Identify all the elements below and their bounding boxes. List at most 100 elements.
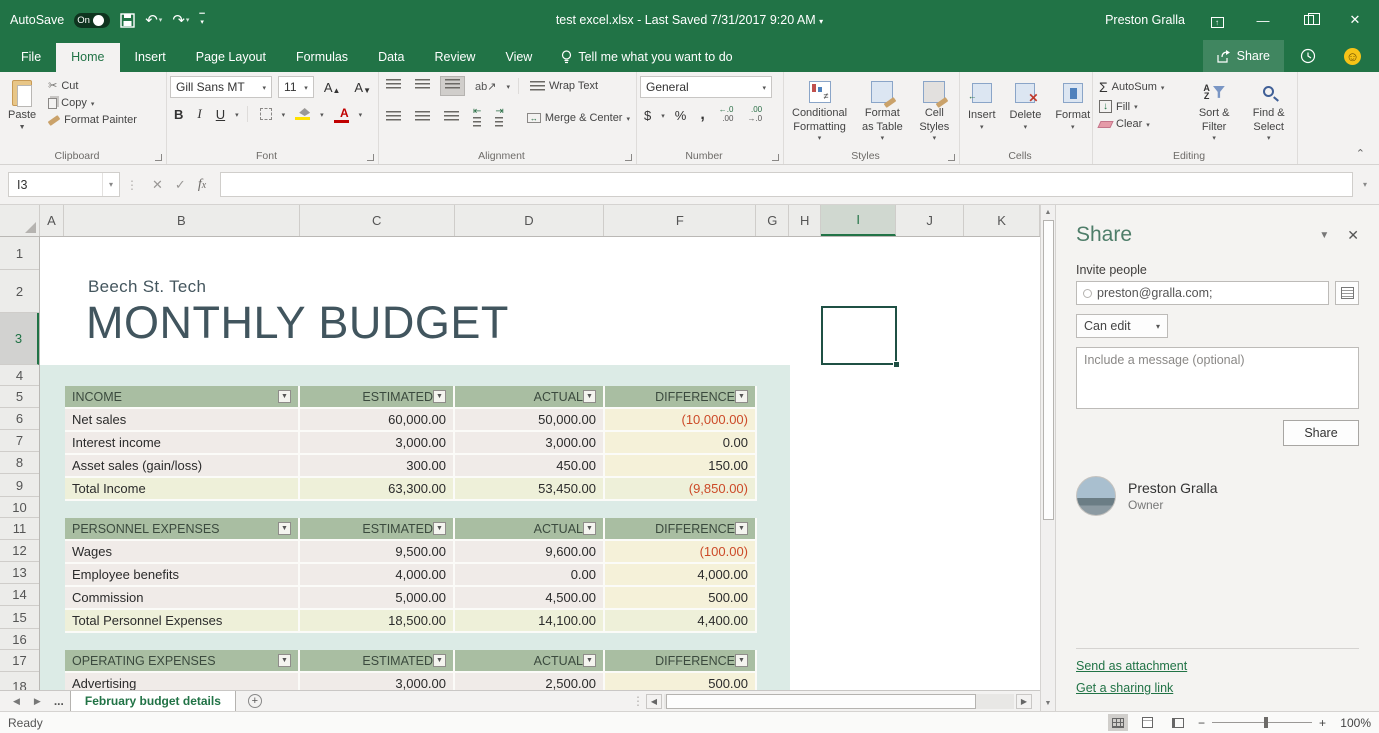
table-cell[interactable]: 150.00 — [605, 455, 757, 476]
align-left-button[interactable] — [382, 109, 405, 127]
alignment-dialog-launcher[interactable] — [625, 154, 632, 161]
table-cell[interactable]: 4,400.00 — [605, 610, 757, 631]
formula-input[interactable] — [220, 172, 1353, 197]
filter-button[interactable]: ▼ — [433, 654, 446, 667]
tell-me-box[interactable]: Tell me what you want to do — [547, 43, 746, 72]
table-cell[interactable]: 9,600.00 — [455, 541, 605, 562]
address-book-button[interactable] — [1335, 281, 1359, 305]
table-cell[interactable]: Interest income — [65, 432, 300, 453]
row-header[interactable]: 10 — [0, 497, 39, 518]
horizontal-scroll-thumb[interactable] — [666, 694, 976, 709]
share-button[interactable]: Share — [1203, 40, 1284, 72]
table-header-cell[interactable]: ESTIMATED▼ — [300, 518, 455, 539]
permission-select[interactable]: Can edit▾ — [1076, 314, 1168, 338]
format-as-table-button[interactable]: Format as Table▾ — [856, 76, 909, 147]
vertical-scroll-thumb[interactable] — [1043, 220, 1054, 520]
name-box[interactable]: I3▾ — [8, 172, 120, 197]
restore-button[interactable] — [1295, 13, 1323, 28]
message-textarea[interactable]: Include a message (optional) — [1076, 347, 1359, 409]
bottom-align-button[interactable] — [440, 76, 465, 96]
tab-view[interactable]: View — [490, 43, 547, 72]
column-header[interactable]: A — [40, 205, 64, 236]
table-header-cell[interactable]: DIFFERENCE▼ — [605, 518, 757, 539]
scroll-right-button[interactable]: ▶ — [1016, 694, 1032, 709]
increase-decimal-button[interactable]: ←.0.00 — [715, 105, 738, 125]
table-cell[interactable]: 300.00 — [300, 455, 455, 476]
table-cell[interactable]: Net sales — [65, 409, 300, 430]
page-layout-view-button[interactable] — [1138, 714, 1158, 731]
row-header-selected[interactable]: 3 — [0, 313, 39, 365]
table-header-cell[interactable]: DIFFERENCE▼ — [605, 386, 757, 407]
table-cell[interactable]: 9,500.00 — [300, 541, 455, 562]
row-header[interactable]: 17 — [0, 650, 39, 672]
table-cell[interactable]: Total Income — [65, 478, 300, 499]
zoom-slider-thumb[interactable] — [1264, 717, 1268, 728]
table-header-cell[interactable]: INCOME▼ — [65, 386, 300, 407]
paste-button[interactable]: Paste▼ — [3, 76, 41, 147]
comma-style-button[interactable]: , — [696, 105, 708, 125]
filter-button[interactable]: ▼ — [583, 522, 596, 535]
styles-dialog-launcher[interactable] — [948, 154, 955, 161]
table-cell[interactable]: Asset sales (gain/loss) — [65, 455, 300, 476]
table-cell[interactable]: 18,500.00 — [300, 610, 455, 631]
minimize-button[interactable]: — — [1249, 13, 1277, 28]
table-cell[interactable]: 5,000.00 — [300, 587, 455, 608]
table-cell[interactable]: 50,000.00 — [455, 409, 605, 430]
tab-review[interactable]: Review — [419, 43, 490, 72]
column-header[interactable]: C — [300, 205, 455, 236]
table-header-cell[interactable]: ESTIMATED▼ — [300, 650, 455, 671]
table-cell[interactable]: 3,000.00 — [300, 432, 455, 453]
find-select-button[interactable]: Find & Select▾ — [1243, 76, 1294, 147]
fill-color-button[interactable] — [291, 107, 314, 121]
save-button[interactable] — [120, 13, 135, 28]
feedback-button[interactable]: ☺ — [1332, 40, 1373, 72]
borders-button[interactable] — [256, 107, 276, 121]
tab-file[interactable]: File — [6, 43, 56, 72]
format-cells-button[interactable]: Format▾ — [1050, 76, 1095, 147]
tab-splitter-handle[interactable]: ⋮ — [632, 694, 644, 708]
orientation-button[interactable]: ab↗ — [471, 78, 500, 95]
share-submit-button[interactable]: Share — [1283, 420, 1359, 446]
filter-button[interactable]: ▼ — [433, 522, 446, 535]
scroll-left-button[interactable]: ◀ — [646, 694, 662, 709]
row-header[interactable]: 11 — [0, 518, 39, 540]
table-cell[interactable]: 450.00 — [455, 455, 605, 476]
decrease-decimal-button[interactable]: .00→.0 — [743, 105, 766, 125]
table-cell[interactable]: 4,000.00 — [605, 564, 757, 585]
filter-button[interactable]: ▼ — [278, 654, 291, 667]
horizontal-scrollbar[interactable] — [664, 694, 1014, 709]
clipboard-dialog-launcher[interactable] — [155, 154, 162, 161]
align-center-button[interactable] — [411, 109, 434, 127]
scroll-down-button[interactable]: ▼ — [1045, 696, 1052, 711]
autosum-button[interactable]: ΣAutoSum▾ — [1096, 78, 1185, 96]
row-header[interactable]: 1 — [0, 237, 39, 270]
conditional-formatting-button[interactable]: ≠ Conditional Formatting▾ — [787, 76, 852, 147]
fill-handle[interactable] — [893, 361, 900, 368]
column-header[interactable]: H — [789, 205, 821, 236]
pane-close-button[interactable]: ✕ — [1337, 227, 1359, 244]
autosave-toggle[interactable]: On — [74, 13, 110, 28]
prev-sheet-button[interactable]: ◀ — [6, 696, 27, 707]
user-name[interactable]: Preston Gralla — [1105, 13, 1185, 27]
tab-page-layout[interactable]: Page Layout — [181, 43, 281, 72]
bold-button[interactable]: B — [170, 106, 187, 123]
increase-font-size-button[interactable]: A▲ — [320, 79, 345, 96]
filter-button[interactable]: ▼ — [583, 390, 596, 403]
more-sheets-button[interactable]: ... — [48, 694, 70, 708]
decrease-font-size-button[interactable]: A▼ — [350, 79, 375, 96]
vertical-scrollbar[interactable]: ▲ ▼ — [1040, 205, 1055, 711]
invite-email-input[interactable]: preston@gralla.com; — [1076, 281, 1329, 305]
table-cell[interactable]: Employee benefits — [65, 564, 300, 585]
zoom-in-button[interactable]: + — [1319, 716, 1326, 730]
table-cell[interactable]: (100.00) — [605, 541, 757, 562]
row-header[interactable]: 15 — [0, 606, 39, 629]
selected-cell-I3[interactable] — [821, 306, 897, 365]
filter-button[interactable]: ▼ — [433, 390, 446, 403]
row-header[interactable]: 6 — [0, 408, 39, 430]
table-cell[interactable]: 53,450.00 — [455, 478, 605, 499]
ribbon-display-options-button[interactable]: ↑ — [1203, 13, 1231, 28]
accounting-format-button[interactable]: $ — [640, 107, 655, 124]
row-header[interactable]: 5 — [0, 386, 39, 408]
redo-button[interactable]: ↷▾ — [172, 13, 189, 28]
table-header-cell[interactable]: PERSONNEL EXPENSES▼ — [65, 518, 300, 539]
